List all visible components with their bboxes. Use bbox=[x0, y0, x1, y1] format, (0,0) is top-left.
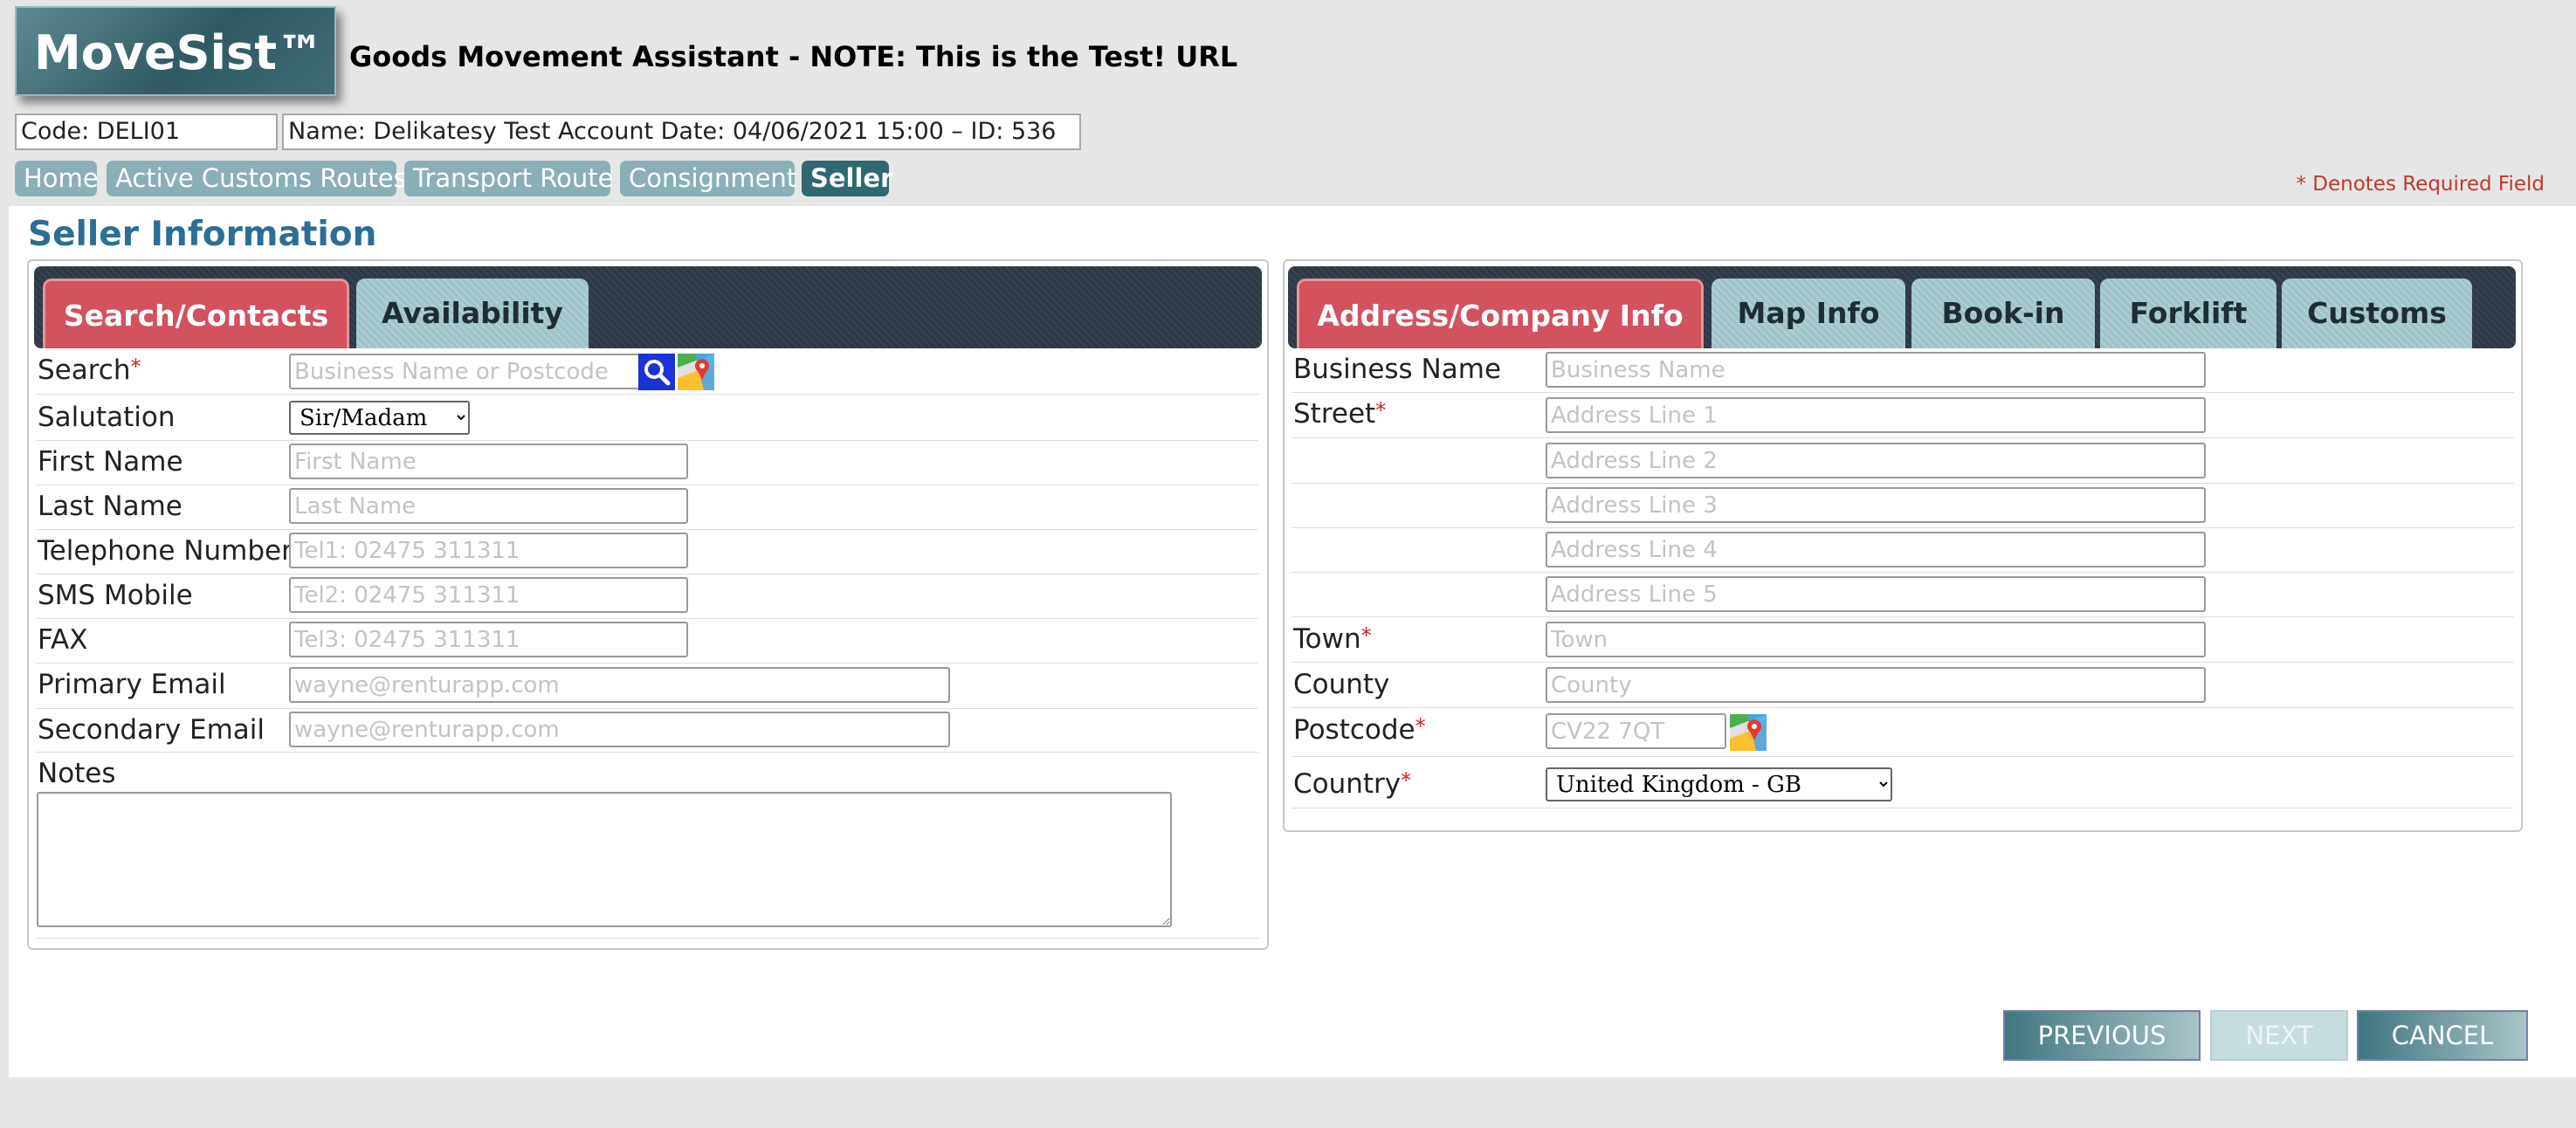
country-label: Country* bbox=[1293, 768, 1412, 800]
bottom-bar bbox=[0, 1077, 2576, 1128]
notes-label: Notes bbox=[38, 758, 116, 789]
row-separator bbox=[36, 394, 1258, 395]
town-input[interactable] bbox=[1546, 622, 2206, 657]
notes-textarea[interactable] bbox=[37, 792, 1172, 927]
row-separator bbox=[1291, 662, 2514, 663]
salutation-label: Salutation bbox=[38, 402, 176, 433]
tab-map-info[interactable]: Map Info bbox=[1712, 279, 1905, 348]
first-name-input[interactable] bbox=[289, 444, 688, 479]
required-star: * bbox=[130, 354, 141, 379]
next-button[interactable]: NEXT bbox=[2210, 1010, 2348, 1061]
cancel-button[interactable]: CANCEL bbox=[2357, 1010, 2528, 1061]
fax-input[interactable] bbox=[289, 622, 688, 657]
app-title: Goods Movement Assistant - NOTE: This is… bbox=[349, 40, 1238, 73]
nav-active-customs-routes[interactable]: Active Customs Routes bbox=[107, 161, 407, 196]
row-separator bbox=[1291, 707, 2514, 708]
country-select[interactable]: United Kingdom - GB bbox=[1546, 767, 1892, 801]
telephone-label: Telephone Number bbox=[38, 535, 293, 567]
county-input[interactable] bbox=[1546, 667, 2206, 703]
row-separator bbox=[36, 752, 1258, 753]
business-name-label: Business Name bbox=[1293, 354, 1502, 385]
left-tab-bar: Search/Contacts Availability bbox=[34, 266, 1262, 348]
search-icon[interactable] bbox=[638, 354, 675, 390]
row-separator bbox=[1291, 483, 2514, 484]
tab-forklift[interactable]: Forklift bbox=[2100, 279, 2276, 348]
primary-email-input[interactable] bbox=[289, 667, 950, 703]
sms-mobile-label: SMS Mobile bbox=[38, 580, 193, 611]
secondary-email-label: Secondary Email bbox=[38, 714, 265, 746]
google-maps-icon[interactable] bbox=[1730, 714, 1767, 751]
required-star: * bbox=[1415, 714, 1426, 739]
nav-seller[interactable]: Seller bbox=[802, 161, 892, 196]
address-line-3-input[interactable] bbox=[1546, 487, 2206, 523]
row-separator bbox=[36, 938, 1258, 939]
required-star: * bbox=[1401, 768, 1412, 793]
row-separator bbox=[36, 663, 1258, 664]
required-field-note: * Denotes Required Field bbox=[2296, 173, 2545, 196]
first-name-label: First Name bbox=[38, 446, 183, 478]
tab-availability[interactable]: Availability bbox=[356, 279, 589, 348]
row-separator bbox=[1291, 437, 2514, 438]
search-input[interactable] bbox=[289, 354, 640, 389]
row-separator bbox=[1291, 572, 2514, 573]
right-tab-bar: Address/Company Info Map Info Book-in Fo… bbox=[1288, 266, 2516, 348]
postcode-label: Postcode* bbox=[1293, 714, 1426, 746]
search-label: Search* bbox=[38, 354, 141, 386]
business-name-input[interactable] bbox=[1546, 352, 2206, 388]
nav-home[interactable]: Home bbox=[15, 161, 99, 196]
row-separator bbox=[36, 708, 1258, 709]
salutation-select[interactable]: Sir/Madam bbox=[289, 401, 470, 435]
tab-address-company-info[interactable]: Address/Company Info bbox=[1297, 279, 1704, 348]
sms-mobile-input[interactable] bbox=[289, 577, 688, 613]
address-line-2-input[interactable] bbox=[1546, 443, 2206, 478]
account-details-field: Name: Delikatesy Test Account Date: 04/0… bbox=[282, 113, 1081, 150]
row-separator bbox=[1291, 527, 2514, 528]
last-name-input[interactable] bbox=[289, 488, 688, 524]
required-star: * bbox=[1375, 398, 1387, 423]
google-maps-icon[interactable] bbox=[678, 354, 714, 390]
street-label: Street* bbox=[1293, 398, 1387, 430]
county-label: County bbox=[1293, 669, 1390, 700]
secondary-email-input[interactable] bbox=[289, 712, 950, 747]
row-separator bbox=[36, 529, 1258, 530]
nav-consignment[interactable]: Consignment bbox=[620, 161, 796, 196]
account-code-field: Code: DELI01 bbox=[15, 113, 278, 150]
row-separator bbox=[1291, 392, 2514, 393]
row-separator bbox=[1291, 616, 2514, 617]
previous-button[interactable]: PREVIOUS bbox=[2003, 1010, 2201, 1061]
row-separator bbox=[36, 440, 1258, 441]
address-line-4-input[interactable] bbox=[1546, 532, 2206, 567]
app-logo: MoveSist™ bbox=[15, 6, 336, 96]
fax-label: FAX bbox=[38, 624, 88, 656]
required-star: * bbox=[1360, 623, 1372, 648]
town-label: Town* bbox=[1293, 623, 1372, 655]
row-separator bbox=[36, 618, 1258, 619]
nav-transport-route[interactable]: Transport Route bbox=[404, 161, 613, 196]
postcode-input[interactable] bbox=[1546, 713, 1726, 749]
tab-book-in[interactable]: Book-in bbox=[1911, 279, 2095, 348]
address-line-5-input[interactable] bbox=[1546, 576, 2206, 612]
tab-search-contacts[interactable]: Search/Contacts bbox=[43, 279, 349, 348]
last-name-label: Last Name bbox=[38, 491, 183, 522]
tab-customs[interactable]: Customs bbox=[2282, 279, 2472, 348]
primary-email-label: Primary Email bbox=[38, 669, 226, 700]
address-line-1-input[interactable] bbox=[1546, 397, 2206, 433]
page-title: Seller Information bbox=[28, 215, 377, 254]
telephone-input[interactable] bbox=[289, 533, 688, 568]
row-separator bbox=[1291, 756, 2514, 757]
